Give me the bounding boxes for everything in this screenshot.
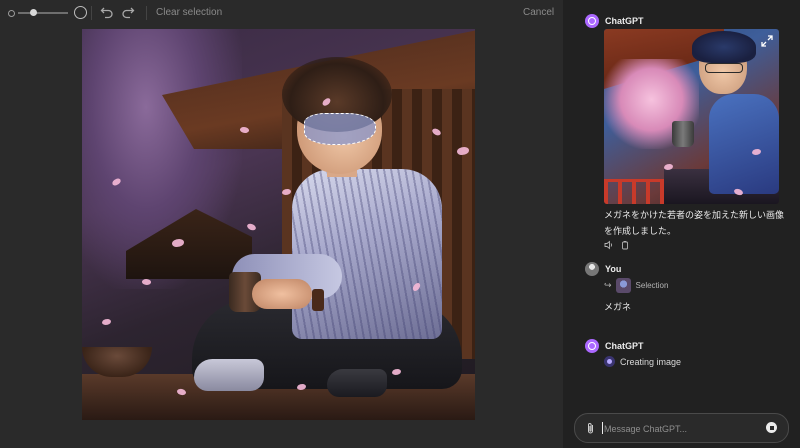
message-header: ChatGPT [585,339,644,353]
sender-name: ChatGPT [605,16,644,26]
sender-name: You [605,264,622,274]
figure-jacket [709,94,779,194]
message-composer [574,413,789,443]
petal [246,221,257,233]
redo-icon[interactable] [121,5,135,19]
bowl [82,347,152,377]
sender-name: ChatGPT [605,341,644,351]
message-header: You [585,262,621,276]
assistant-message-text: メガネをかけた若者の姿を加えた新しい画像を作成しました。 [604,210,785,236]
selection-thumbnail [615,278,631,293]
toolbar-divider [146,6,147,20]
speaker-icon[interactable] [604,240,614,250]
small-brush-icon [8,10,15,17]
creating-status: Creating image [604,356,681,367]
chatgpt-logo-icon [585,339,599,353]
image-editor: Clear selection Cancel [0,0,563,448]
status-text: Creating image [620,356,682,367]
figure-hair [692,31,756,63]
selection-label: Selection [635,281,669,290]
toolbar-divider [91,6,92,20]
figure-shoe [327,369,387,397]
stop-generating-button[interactable] [766,422,777,433]
figure-shoe [194,359,264,391]
brush-size-slider[interactable] [6,6,87,20]
slider-thumb[interactable] [29,9,37,16]
wristwatch [312,289,324,311]
reply-arrow-icon: ↪ [604,280,612,290]
message-header: ChatGPT [585,14,644,28]
chat-panel: ChatGPT メガネをかけた若者の姿を加えた新しい画像を作成しました。 You… [563,0,800,448]
chatgpt-logo-icon [585,14,599,28]
user-message-text: メガネ [604,302,632,312]
image-generation-icon [604,356,615,367]
selection-reference[interactable]: ↪ Selection [604,278,668,293]
glasses [705,63,743,73]
undo-icon[interactable] [100,5,114,19]
cancel-button[interactable]: Cancel [523,7,554,18]
slider-track[interactable] [18,12,68,14]
figure-hands [252,279,312,309]
generated-image[interactable] [604,29,779,204]
user-avatar [585,262,599,276]
message-input[interactable] [602,418,756,440]
selection-mask[interactable] [304,113,376,145]
editor-toolbar: Clear selection Cancel [0,0,563,26]
large-brush-icon [74,6,87,19]
copy-icon[interactable] [620,240,630,250]
expand-icon[interactable] [761,35,773,47]
edit-canvas[interactable] [82,29,475,420]
clear-selection-button[interactable]: Clear selection [156,7,222,18]
paperclip-icon[interactable] [585,422,596,435]
cup [672,121,694,147]
petal [102,319,111,325]
